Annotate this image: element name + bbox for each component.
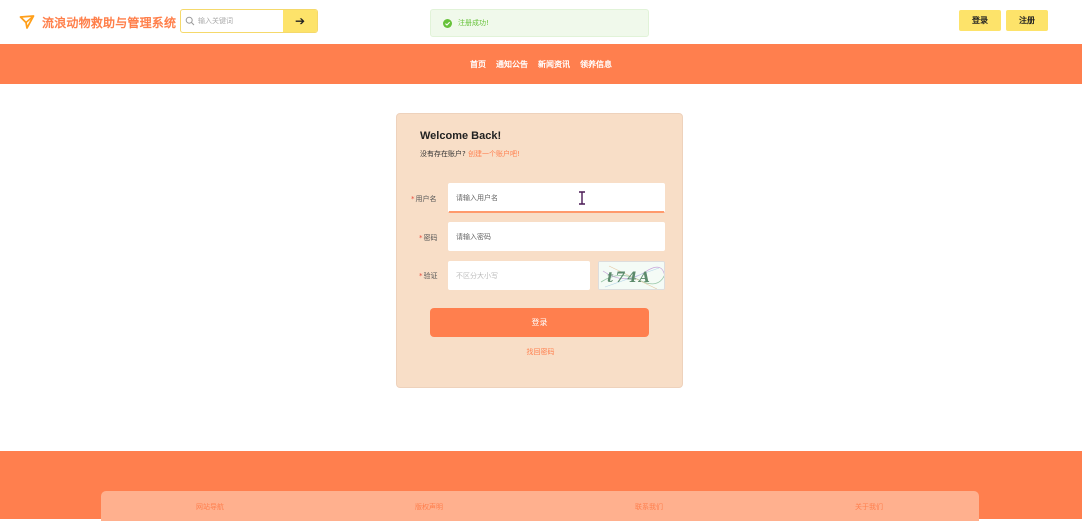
captcha-image[interactable]: t74A [598, 261, 665, 290]
footer-link-copyright[interactable]: 版权声明 [374, 502, 484, 512]
top-bar: 流浪动物救助与管理系统 ➔ 注册成功! 登录 注册 [0, 0, 1082, 44]
nav-item-home[interactable]: 首页 [470, 59, 486, 70]
toast-message: 注册成功! [458, 19, 489, 27]
login-card: Welcome Back! 没有存在账户? 创建一个账户吧! *用户名 *密码 … [396, 113, 683, 388]
forgot-password-text[interactable]: 找回密码 [527, 348, 555, 356]
username-label-text: 用户名 [415, 195, 437, 203]
username-field[interactable] [448, 183, 665, 213]
nav-item-adoption[interactable]: 领养信息 [580, 59, 612, 70]
search-button[interactable]: ➔ [283, 10, 317, 32]
check-circle-icon [443, 18, 452, 28]
search-input[interactable] [198, 11, 278, 31]
login-title: Welcome Back! [420, 130, 502, 142]
captcha-input[interactable] [456, 271, 589, 280]
captcha-graphic: t74A [599, 262, 664, 289]
forgot-password-link: 找回密码 [397, 347, 684, 357]
search-bar: ➔ [180, 9, 318, 33]
no-account-text: 没有存在账户? [420, 150, 466, 158]
login-submit-button[interactable]: 登录 [430, 308, 649, 337]
footer-link-sitemap[interactable]: 网站导航 [155, 502, 265, 512]
username-input[interactable] [456, 193, 664, 202]
captcha-label-text: 验证 [423, 272, 438, 280]
username-label: *用户名 [411, 194, 437, 204]
required-mark: * [411, 195, 415, 203]
footer-link-contact[interactable]: 联系我们 [594, 502, 704, 512]
captcha-field[interactable] [448, 261, 590, 290]
paper-plane-icon [19, 15, 35, 29]
main-nav: 首页 通知公告 新闻资讯 领养信息 [0, 44, 1082, 84]
footer-links-panel: 网站导航 版权声明 联系我们 关于我们 [101, 491, 979, 521]
required-mark: * [419, 272, 423, 280]
nav-item-notices[interactable]: 通知公告 [496, 59, 528, 70]
site-title: 流浪动物救助与管理系统 [42, 15, 177, 30]
site-logo[interactable]: 流浪动物救助与管理系统 [19, 12, 176, 32]
search-icon [185, 16, 195, 26]
signup-prompt: 没有存在账户? 创建一个账户吧! [420, 149, 520, 159]
success-toast: 注册成功! [430, 9, 649, 37]
text-cursor-icon [579, 191, 585, 205]
search-field[interactable] [181, 10, 283, 32]
required-mark: * [419, 234, 423, 242]
footer: 网站导航 版权声明 联系我们 关于我们 [0, 451, 1082, 521]
password-label-text: 密码 [423, 234, 438, 242]
password-label: *密码 [419, 233, 438, 243]
nav-item-news[interactable]: 新闻资讯 [538, 59, 570, 70]
captcha-text: t74A [607, 270, 652, 286]
header-login-button[interactable]: 登录 [959, 10, 1001, 31]
footer-link-about[interactable]: 关于我们 [814, 502, 924, 512]
header-register-button[interactable]: 注册 [1006, 10, 1048, 31]
password-input[interactable] [456, 232, 664, 241]
arrow-right-icon: ➔ [294, 14, 306, 28]
captcha-label: *验证 [419, 271, 438, 281]
password-field[interactable] [448, 222, 665, 251]
create-account-link[interactable]: 创建一个账户吧! [468, 150, 520, 158]
